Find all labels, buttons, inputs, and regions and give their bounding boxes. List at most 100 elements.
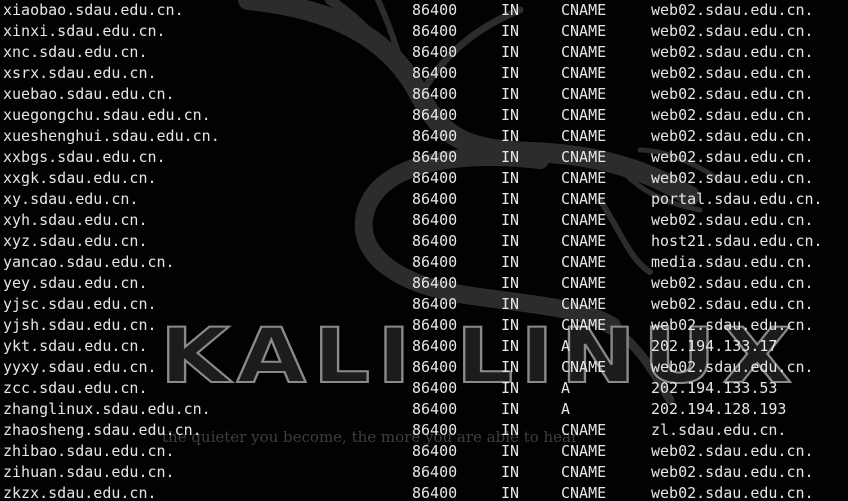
record-name: zhaosheng.sdau.edu.cn. xyxy=(3,421,202,439)
record-name: ykt.sdau.edu.cn. xyxy=(3,337,148,355)
record-ttl: 86400 xyxy=(412,253,458,271)
record-ttl: 86400 xyxy=(412,463,458,481)
record-ttl: 86400 xyxy=(412,127,458,145)
record-name: yjsc.sdau.edu.cn. xyxy=(3,295,157,313)
record-ttl: 86400 xyxy=(412,400,458,418)
record-data: 202.194.133.17 xyxy=(651,337,778,355)
record-ttl: 86400 xyxy=(412,106,458,124)
terminal-window[interactable]: KALI LINUX the quieter you become, the m… xyxy=(0,0,848,501)
record-type: CNAME xyxy=(561,253,607,271)
record-name: xnc.sdau.edu.cn. xyxy=(3,43,148,61)
record-name: xiaobao.sdau.edu.cn. xyxy=(3,1,184,19)
dns-record-row: yjsc.sdau.edu.cn. 86400 IN CNAME web02.sdau.… xyxy=(3,294,848,315)
dns-record-row: zkzx.sdau.edu.cn. 86400 IN CNAME web02.sdau.… xyxy=(3,483,848,501)
record-data: 202.194.128.193 xyxy=(651,400,787,418)
record-class: IN xyxy=(501,64,520,82)
record-type: A xyxy=(561,400,571,418)
dns-record-row: xxgk.sdau.edu.cn. 86400 IN CNAME web02.sdau.… xyxy=(3,168,848,189)
dns-record-list: xiaobao.sdau.edu.cn. 86400 IN CNAME web02.sd… xyxy=(3,0,848,501)
record-data: web02.sdau.edu.cn. xyxy=(651,358,814,376)
record-type: CNAME xyxy=(561,358,607,376)
dns-record-row: yancao.sdau.edu.cn. 86400 IN CNAME media.sda… xyxy=(3,252,848,273)
record-name: zihuan.sdau.edu.cn. xyxy=(3,463,175,481)
record-type: CNAME xyxy=(561,1,607,19)
dns-record-row: zcc.sdau.edu.cn. 86400 IN A 202.194.133.53 xyxy=(3,378,848,399)
dns-record-row: ykt.sdau.edu.cn. 86400 IN A 202.194.133.17 xyxy=(3,336,848,357)
record-ttl: 86400 xyxy=(412,64,458,82)
record-type: A xyxy=(561,379,571,397)
record-type: CNAME xyxy=(561,316,607,334)
record-data: zl.sdau.edu.cn. xyxy=(651,421,787,439)
dns-record-row: xuebao.sdau.edu.cn. 86400 IN CNAME web02.sda… xyxy=(3,84,848,105)
record-class: IN xyxy=(501,442,520,460)
record-ttl: 86400 xyxy=(412,316,458,334)
record-type: CNAME xyxy=(561,85,607,103)
record-class: IN xyxy=(501,463,520,481)
record-name: zhibao.sdau.edu.cn. xyxy=(3,442,175,460)
dns-record-row: xyh.sdau.edu.cn. 86400 IN CNAME web02.sdau.e… xyxy=(3,210,848,231)
record-name: xyh.sdau.edu.cn. xyxy=(3,211,148,229)
record-data: media.sdau.edu.cn. xyxy=(651,253,814,271)
record-class: IN xyxy=(501,127,520,145)
record-ttl: 86400 xyxy=(412,484,458,501)
dns-record-row: zhanglinux.sdau.edu.cn. 86400 IN A 202.194.1… xyxy=(3,399,848,420)
record-ttl: 86400 xyxy=(412,85,458,103)
record-class: IN xyxy=(501,211,520,229)
record-data: web02.sdau.edu.cn. xyxy=(651,211,814,229)
record-type: CNAME xyxy=(561,442,607,460)
record-class: IN xyxy=(501,43,520,61)
record-data: web02.sdau.edu.cn. xyxy=(651,274,814,292)
dns-record-row: xinxi.sdau.edu.cn. 86400 IN CNAME web02.sdau… xyxy=(3,21,848,42)
record-type: CNAME xyxy=(561,169,607,187)
record-type: CNAME xyxy=(561,22,607,40)
record-name: yey.sdau.edu.cn. xyxy=(3,274,148,292)
record-data: host21.sdau.edu.cn. xyxy=(651,232,823,250)
record-data: web02.sdau.edu.cn. xyxy=(651,22,814,40)
record-data: web02.sdau.edu.cn. xyxy=(651,43,814,61)
record-class: IN xyxy=(501,316,520,334)
dns-record-row: zihuan.sdau.edu.cn. 86400 IN CNAME web02.sda… xyxy=(3,462,848,483)
record-data: web02.sdau.edu.cn. xyxy=(651,64,814,82)
record-data: web02.sdau.edu.cn. xyxy=(651,316,814,334)
record-ttl: 86400 xyxy=(412,379,458,397)
record-ttl: 86400 xyxy=(412,274,458,292)
record-class: IN xyxy=(501,190,520,208)
record-ttl: 86400 xyxy=(412,337,458,355)
record-data: web02.sdau.edu.cn. xyxy=(651,127,814,145)
record-name: zhanglinux.sdau.edu.cn. xyxy=(3,400,211,418)
record-ttl: 86400 xyxy=(412,148,458,166)
record-data: web02.sdau.edu.cn. xyxy=(651,463,814,481)
record-ttl: 86400 xyxy=(412,169,458,187)
record-data: portal.sdau.edu.cn. xyxy=(651,190,823,208)
record-type: CNAME xyxy=(561,274,607,292)
dns-record-row: xxbgs.sdau.edu.cn. 86400 IN CNAME web02.sdau… xyxy=(3,147,848,168)
record-class: IN xyxy=(501,232,520,250)
record-data: web02.sdau.edu.cn. xyxy=(651,148,814,166)
record-name: xuegongchu.sdau.edu.cn. xyxy=(3,106,211,124)
record-type: CNAME xyxy=(561,190,607,208)
record-type: CNAME xyxy=(561,127,607,145)
record-type: CNAME xyxy=(561,211,607,229)
record-ttl: 86400 xyxy=(412,232,458,250)
record-class: IN xyxy=(501,400,520,418)
record-type: CNAME xyxy=(561,421,607,439)
record-name: yyxy.sdau.edu.cn. xyxy=(3,358,157,376)
record-class: IN xyxy=(501,484,520,501)
record-class: IN xyxy=(501,274,520,292)
dns-record-row: xy.sdau.edu.cn. 86400 IN CNAME portal.sdau.e… xyxy=(3,189,848,210)
record-class: IN xyxy=(501,85,520,103)
record-type: A xyxy=(561,337,571,355)
record-ttl: 86400 xyxy=(412,421,458,439)
record-name: zcc.sdau.edu.cn. xyxy=(3,379,148,397)
record-class: IN xyxy=(501,421,520,439)
dns-record-row: xueshenghui.sdau.edu.cn. 86400 IN CNAME web0… xyxy=(3,126,848,147)
record-ttl: 86400 xyxy=(412,442,458,460)
dns-record-row: zhaosheng.sdau.edu.cn. 86400 IN CNAME zl.sda… xyxy=(3,420,848,441)
record-name: xinxi.sdau.edu.cn. xyxy=(3,22,166,40)
record-data: web02.sdau.edu.cn. xyxy=(651,295,814,313)
record-type: CNAME xyxy=(561,484,607,501)
record-data: web02.sdau.edu.cn. xyxy=(651,106,814,124)
record-data: 202.194.133.53 xyxy=(651,379,778,397)
record-name: yjsh.sdau.edu.cn. xyxy=(3,316,157,334)
record-ttl: 86400 xyxy=(412,1,458,19)
